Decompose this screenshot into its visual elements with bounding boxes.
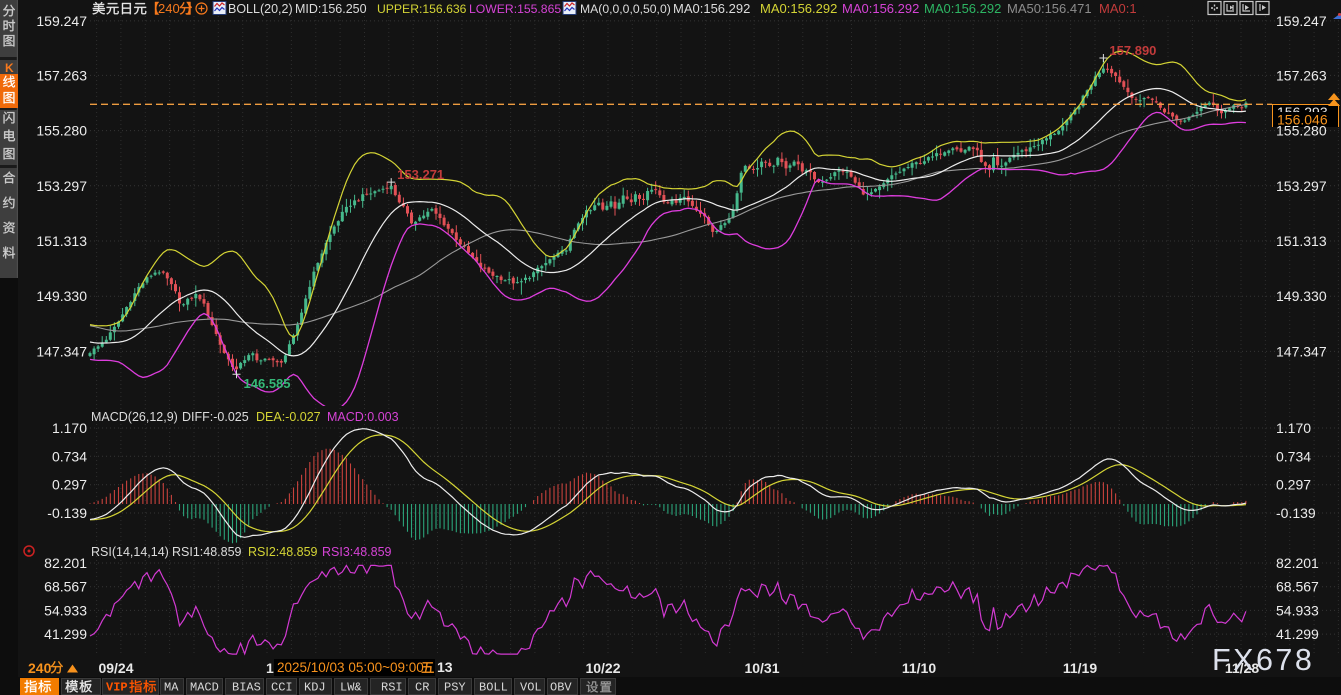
svg-text:0.734: 0.734 — [1276, 448, 1311, 464]
svg-text:FX678: FX678 — [1212, 643, 1314, 677]
svg-text:82.201: 82.201 — [44, 555, 87, 571]
svg-text:BOLL(20,2): BOLL(20,2) — [228, 2, 293, 16]
svg-text:0.297: 0.297 — [1276, 477, 1311, 493]
svg-text:68.567: 68.567 — [1276, 579, 1319, 595]
svg-text:11/10: 11/10 — [902, 660, 936, 676]
svg-text:KDJ: KDJ — [304, 681, 326, 695]
svg-text:82.201: 82.201 — [1276, 555, 1319, 571]
svg-text:RSI: RSI — [381, 681, 403, 695]
svg-text:2025/10/03 05:00~09:00: 2025/10/03 05:00~09:00 — [277, 660, 424, 675]
svg-text:MA0:156.292: MA0:156.292 — [842, 1, 919, 16]
svg-text:54.933: 54.933 — [1276, 602, 1319, 618]
svg-text:RSI3:48.859: RSI3:48.859 — [322, 545, 392, 559]
svg-text:153.297: 153.297 — [36, 178, 87, 194]
svg-text:155.280: 155.280 — [36, 123, 87, 139]
svg-text:VOL: VOL — [520, 681, 542, 695]
svg-text:10/31: 10/31 — [744, 660, 779, 676]
svg-text:149.330: 149.330 — [36, 288, 87, 304]
svg-text:CR: CR — [415, 681, 429, 695]
svg-text:11/19: 11/19 — [1063, 660, 1097, 676]
svg-text:MA0:156.292: MA0:156.292 — [760, 1, 837, 16]
svg-text:MA0:1: MA0:1 — [1099, 1, 1137, 16]
svg-text:CCI: CCI — [271, 681, 293, 695]
svg-text:151.313: 151.313 — [1276, 233, 1327, 249]
svg-text:68.567: 68.567 — [44, 579, 87, 595]
svg-text:LOWER:155.865: LOWER:155.865 — [469, 2, 561, 16]
svg-text:147.347: 147.347 — [1276, 343, 1327, 359]
svg-text:157.263: 157.263 — [36, 67, 87, 83]
svg-text:MA0:156.292: MA0:156.292 — [924, 1, 1001, 16]
svg-text:151.313: 151.313 — [36, 233, 87, 249]
svg-text:K: K — [5, 61, 14, 75]
svg-text:157.890: 157.890 — [1109, 43, 1156, 58]
svg-text:MACD(26,12,9): MACD(26,12,9) — [91, 410, 178, 424]
svg-text:MACD: MACD — [190, 681, 219, 695]
svg-text:0.297: 0.297 — [52, 477, 87, 493]
svg-text:DIFF:-0.025: DIFF:-0.025 — [182, 410, 249, 424]
svg-text:147.347: 147.347 — [36, 343, 87, 359]
svg-text:BIAS: BIAS — [232, 681, 261, 695]
svg-text:OBV: OBV — [550, 681, 572, 695]
svg-text:1: 1 — [266, 660, 274, 676]
svg-text:149.330: 149.330 — [1276, 288, 1327, 304]
svg-text:VIP: VIP — [106, 681, 128, 695]
svg-text:MA0:156.292: MA0:156.292 — [673, 1, 750, 16]
svg-text:1.170: 1.170 — [52, 420, 87, 436]
svg-text:DEA:-0.027: DEA:-0.027 — [256, 410, 321, 424]
svg-text:1.170: 1.170 — [1276, 420, 1311, 436]
svg-text:UPPER:156.636: UPPER:156.636 — [377, 2, 467, 16]
svg-text:RSI1:48.859: RSI1:48.859 — [172, 545, 242, 559]
svg-text:155.280: 155.280 — [1276, 123, 1327, 139]
svg-text:157.263: 157.263 — [1276, 67, 1327, 83]
svg-text:LW&: LW& — [340, 681, 362, 695]
svg-text:41.299: 41.299 — [1276, 626, 1319, 642]
svg-text:54.933: 54.933 — [44, 602, 87, 618]
svg-text:153.271: 153.271 — [397, 167, 444, 182]
svg-text:159.247: 159.247 — [36, 13, 87, 29]
svg-text:MA(0,0,0,0,50,0): MA(0,0,0,0,50,0) — [580, 2, 671, 16]
svg-text:RSI(14,14,14): RSI(14,14,14) — [91, 545, 169, 559]
svg-text:MA50:156.471: MA50:156.471 — [1007, 1, 1092, 16]
svg-text:MACD:0.003: MACD:0.003 — [327, 410, 399, 424]
svg-text:10/22: 10/22 — [585, 660, 620, 676]
svg-text:159.247: 159.247 — [1276, 13, 1327, 29]
svg-text:MID:156.250: MID:156.250 — [295, 2, 367, 16]
svg-text:RSI2:48.859: RSI2:48.859 — [248, 545, 318, 559]
svg-text:240: 240 — [158, 1, 180, 16]
svg-text:0.734: 0.734 — [52, 448, 87, 464]
svg-text:13: 13 — [437, 659, 453, 675]
svg-text:41.299: 41.299 — [44, 626, 87, 642]
svg-text:MA: MA — [164, 681, 179, 695]
svg-text:-0.139: -0.139 — [1276, 505, 1316, 521]
svg-text:09/24: 09/24 — [98, 660, 133, 676]
svg-text:-0.139: -0.139 — [47, 505, 87, 521]
svg-text:146.585: 146.585 — [244, 376, 291, 391]
svg-text:153.297: 153.297 — [1276, 178, 1327, 194]
svg-text:BOLL: BOLL — [479, 681, 508, 695]
svg-text:PSY: PSY — [444, 681, 466, 695]
svg-text:240: 240 — [28, 660, 52, 676]
